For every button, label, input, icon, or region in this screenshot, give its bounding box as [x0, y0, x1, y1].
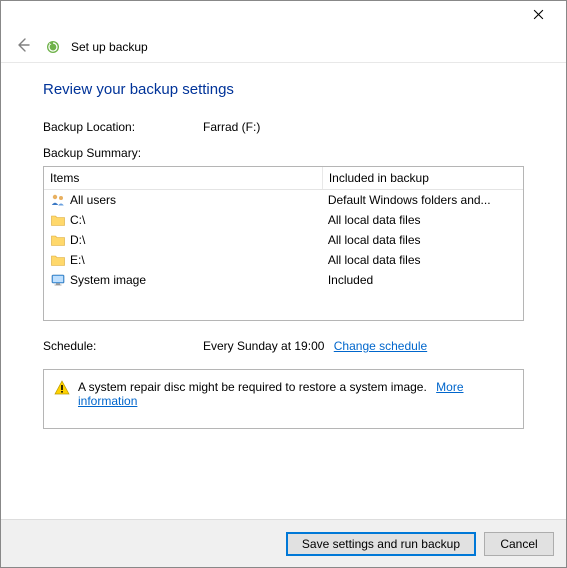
close-icon — [533, 9, 544, 23]
item-label: E:\ — [70, 253, 85, 267]
wizard-title: Set up backup — [71, 40, 148, 54]
back-button[interactable] — [11, 35, 35, 59]
item-label: C:\ — [70, 213, 85, 227]
folder-icon — [50, 212, 66, 228]
content: Review your backup settings Backup Locat… — [1, 63, 566, 429]
folder-icon — [50, 252, 66, 268]
list-item[interactable]: E:\ All local data files — [44, 250, 523, 270]
titlebar — [1, 1, 566, 31]
schedule-row: Schedule: Every Sunday at 19:00 Change s… — [43, 339, 524, 353]
item-label: System image — [70, 273, 146, 287]
schedule-label: Schedule: — [43, 339, 203, 353]
monitor-icon — [50, 272, 66, 288]
backup-summary-label: Backup Summary: — [43, 146, 524, 160]
schedule-value: Every Sunday at 19:00 — [203, 339, 324, 353]
backup-location-row: Backup Location: Farrad (F:) — [43, 120, 524, 134]
close-button[interactable] — [518, 2, 558, 30]
list-item[interactable]: D:\ All local data files — [44, 230, 523, 250]
backup-location-value: Farrad (F:) — [203, 120, 524, 134]
list-header: Items Included in backup — [44, 167, 523, 190]
cancel-button[interactable]: Cancel — [484, 532, 554, 556]
list-item[interactable]: All users Default Windows folders and... — [44, 190, 523, 210]
item-label: D:\ — [70, 233, 85, 247]
included-label: Included — [328, 273, 373, 287]
wizard-header: Set up backup — [1, 31, 566, 63]
warning-text-container: A system repair disc might be required t… — [78, 380, 513, 408]
list-item[interactable]: C:\ All local data files — [44, 210, 523, 230]
change-schedule-link[interactable]: Change schedule — [334, 339, 427, 353]
backup-icon — [45, 39, 61, 55]
included-label: All local data files — [328, 233, 421, 247]
col-items-header[interactable]: Items — [44, 167, 322, 189]
save-settings-button[interactable]: Save settings and run backup — [286, 532, 476, 556]
col-included-header[interactable]: Included in backup — [322, 167, 523, 189]
page-heading: Review your backup settings — [43, 81, 524, 98]
item-label: All users — [70, 193, 116, 207]
users-icon — [50, 192, 66, 208]
folder-icon — [50, 232, 66, 248]
backup-summary-list[interactable]: Items Included in backup All users Defau… — [43, 166, 524, 321]
included-label: All local data files — [328, 213, 421, 227]
list-item[interactable]: System image Included — [44, 270, 523, 290]
footer: Save settings and run backup Cancel — [1, 519, 566, 567]
warning-text: A system repair disc might be required t… — [78, 380, 427, 394]
warning-box: A system repair disc might be required t… — [43, 369, 524, 429]
back-arrow-icon — [15, 37, 31, 56]
included-label: Default Windows folders and... — [328, 193, 491, 207]
warning-icon — [54, 380, 70, 396]
included-label: All local data files — [328, 253, 421, 267]
backup-location-label: Backup Location: — [43, 120, 203, 134]
